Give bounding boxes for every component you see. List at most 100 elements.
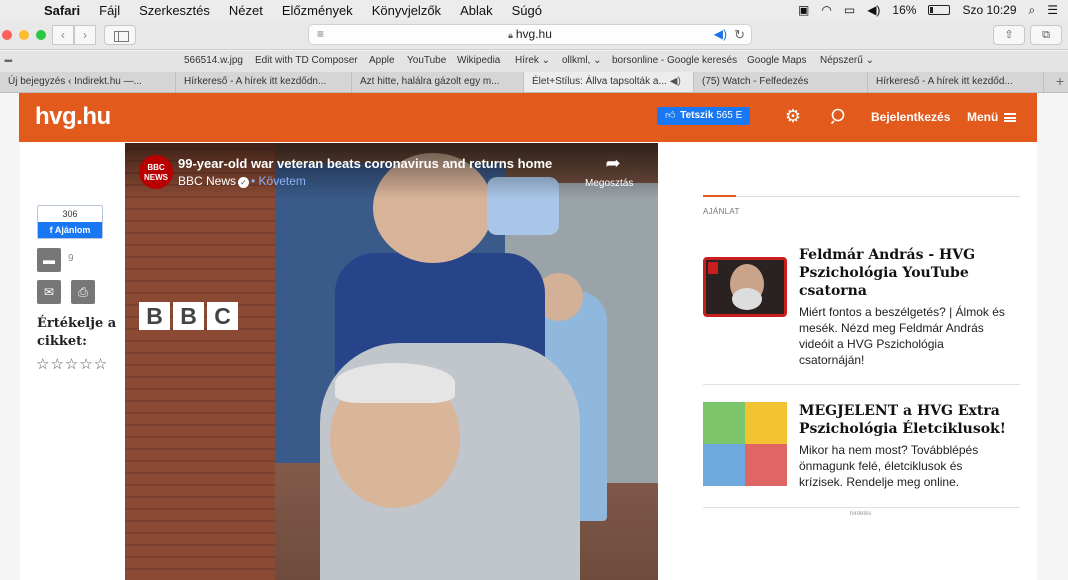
new-tab-button[interactable]: +	[1056, 73, 1064, 89]
comment-button[interactable]: ▬	[37, 248, 61, 272]
email-icon: ✉	[43, 285, 55, 299]
email-button[interactable]: ✉	[37, 280, 61, 304]
fb-share-count: 306	[62, 209, 78, 219]
audio-playing-icon[interactable]: ◀)	[714, 25, 727, 44]
reader-view-icon[interactable]: ≡	[317, 25, 324, 44]
monitor-icon[interactable]: ▣	[798, 3, 809, 17]
thumbnail-quadrant	[703, 444, 745, 486]
promo-divider	[703, 507, 1020, 508]
favorite-item[interactable]: 566514.w.jpg	[184, 55, 243, 66]
tab-title: Élet+Stílus: Állva tapsolták a...	[532, 76, 667, 87]
spotlight-search-icon[interactable]: ⌕	[1029, 3, 1036, 18]
site-logo[interactable]: hvg.hu	[35, 103, 111, 131]
menu-bookmarks[interactable]: Könyvjelzők	[372, 3, 441, 18]
browser-tab[interactable]: Hírkereső - A hírek itt kezdőd...	[868, 72, 1044, 92]
facebook-icon: f	[49, 225, 53, 235]
close-window-button[interactable]	[2, 30, 12, 40]
video-frame-wall	[125, 143, 275, 580]
comment-icon: ▬	[43, 253, 55, 267]
tab-bar: Új bejegyzés ‹ Indirekt.hu —... Hírkeres…	[0, 72, 1068, 93]
verified-icon: ✓	[238, 177, 250, 188]
promo-text[interactable]: Miért fontos a beszélgetés? | Álmok és m…	[799, 304, 1009, 368]
bbc-watermark-letter: C	[207, 302, 238, 330]
video-share-label[interactable]: Megosztás	[585, 178, 633, 189]
menu-edit[interactable]: Szerkesztés	[139, 3, 210, 18]
browser-tab[interactable]: Azt hitte, halálra gázolt egy m...	[352, 72, 524, 92]
lock-icon: 🔒︎	[508, 30, 513, 40]
print-icon: ⎙	[78, 285, 88, 299]
web-page: hvg.hu 👍︎ Tetszik 565 E ⚙ Bejelentkezés …	[0, 93, 1068, 580]
facebook-recommend-widget: 306 f Ajánlom	[37, 205, 103, 239]
browser-tab[interactable]: Hírkereső - A hírek itt kezdődn...	[176, 72, 352, 92]
bbc-news-logo[interactable]: BBC NEWS	[139, 155, 173, 189]
bbc-watermark-letter: B	[139, 302, 170, 330]
battery-icon[interactable]	[928, 5, 951, 15]
minimize-window-button[interactable]	[19, 30, 29, 40]
print-button[interactable]: ⎙	[71, 280, 95, 304]
menubar-status-area: ▣ ◠ ▭ ◀) 16% Szo 10:29 ⌕ ☰	[798, 0, 1058, 20]
menu-button[interactable]: Menü	[967, 110, 1017, 124]
advertisement-label: hirdetés	[850, 511, 872, 517]
browser-tab[interactable]: (75) Watch - Felfedezés	[694, 72, 868, 92]
search-icon[interactable]	[830, 107, 848, 125]
login-link[interactable]: Bejelentkezés	[871, 110, 950, 124]
favorites-grid-icon[interactable]: ▪▪▪	[4, 56, 13, 67]
menu-history[interactable]: Előzmények	[282, 3, 353, 18]
menu-window[interactable]: Ablak	[460, 3, 493, 18]
sidebar-toggle-button[interactable]	[104, 25, 136, 45]
video-channel-name[interactable]: BBC News	[178, 174, 236, 188]
safari-toolbar: ‹ › ≡ 🔒︎ hvg.hu ◀) ↻ ⇧ ⧉	[0, 20, 1068, 50]
back-button[interactable]: ‹	[52, 25, 74, 45]
fb-recommend-label: Ajánlom	[54, 225, 91, 235]
zoom-window-button[interactable]	[36, 30, 46, 40]
browser-tab-active[interactable]: Élet+Stílus: Állva tapsolták a... ◀)	[524, 72, 694, 92]
rate-article-label: Értékelje a cikket:	[37, 316, 117, 349]
menu-safari[interactable]: Safari	[44, 3, 80, 18]
video-title[interactable]: 99-year-old war veteran beats coronaviru…	[178, 156, 552, 171]
address-bar[interactable]: ≡ 🔒︎ hvg.hu ◀) ↻	[308, 24, 752, 45]
wifi-icon[interactable]: ◠	[821, 3, 831, 17]
gear-icon[interactable]: ⚙	[783, 106, 803, 126]
thumbnail-quadrant	[703, 402, 745, 444]
share-arrow-icon[interactable]: ➦	[601, 153, 625, 173]
macos-menubar: Safari Fájl Szerkesztés Nézet Előzmények…	[0, 0, 1068, 20]
favorite-item[interactable]: Edit with TD Composer	[255, 55, 358, 66]
promo-title[interactable]: Feldmár András - HVG Pszichológia YouTub…	[799, 246, 1009, 300]
promo-title[interactable]: MEGJELENT a HVG Extra Pszichológia Életc…	[799, 402, 1009, 438]
share-button[interactable]: ⇧	[993, 25, 1025, 45]
favorite-item[interactable]: borsonline - Google keresés	[612, 55, 737, 66]
ad-section-rule	[703, 195, 736, 197]
menu-file[interactable]: Fájl	[99, 3, 120, 18]
favorite-item[interactable]: Google Maps	[747, 55, 806, 66]
browser-tab[interactable]: Új bejegyzés ‹ Indirekt.hu —...	[0, 72, 176, 92]
tab-audio-icon[interactable]: ◀)	[670, 76, 681, 87]
forward-button[interactable]: ›	[74, 25, 96, 45]
favorite-item[interactable]: Wikipedia	[457, 55, 500, 66]
video-player[interactable]: BBC NEWS 99-year-old war veteran beats c…	[125, 143, 658, 580]
reload-icon[interactable]: ↻	[734, 25, 745, 44]
menubar-clock[interactable]: Szo 10:29	[962, 3, 1016, 17]
control-center-icon[interactable]: ☰	[1047, 3, 1058, 17]
favorite-item[interactable]: Apple	[369, 55, 395, 66]
airplay-icon[interactable]: ▭	[844, 3, 855, 17]
follow-link[interactable]: • Követem	[251, 174, 306, 188]
favorite-folder[interactable]: Népszerű ⌄	[820, 55, 874, 66]
promo-text[interactable]: Mikor ha nem most? Továbblépés önmagunk …	[799, 442, 1009, 490]
nav-buttons: ‹ ›	[52, 25, 96, 45]
favorite-folder[interactable]: ollkml, ⌄	[562, 55, 602, 66]
favorite-folder[interactable]: Hírek ⌄	[515, 55, 550, 66]
promo-thumbnail-eletciklusok[interactable]	[703, 402, 787, 486]
tab-overview-button[interactable]: ⧉	[1030, 25, 1062, 45]
favorite-item[interactable]: YouTube	[407, 55, 446, 66]
ad-section-label: AJÁNLAT	[703, 207, 740, 216]
window-controls	[2, 30, 46, 40]
menu-help[interactable]: Súgó	[512, 3, 542, 18]
volume-icon[interactable]: ◀)	[867, 3, 880, 17]
promo-thumbnail-feldmar[interactable]	[703, 257, 787, 317]
rating-stars[interactable]: ☆☆☆☆☆	[36, 355, 108, 373]
thumbs-up-icon: 👍︎	[665, 110, 676, 121]
facebook-like-button[interactable]: 👍︎ Tetszik 565 E	[657, 107, 751, 125]
menu-view[interactable]: Nézet	[229, 3, 263, 18]
fb-recommend-button[interactable]: f Ajánlom	[38, 222, 102, 238]
video-title-overlay	[125, 143, 658, 199]
